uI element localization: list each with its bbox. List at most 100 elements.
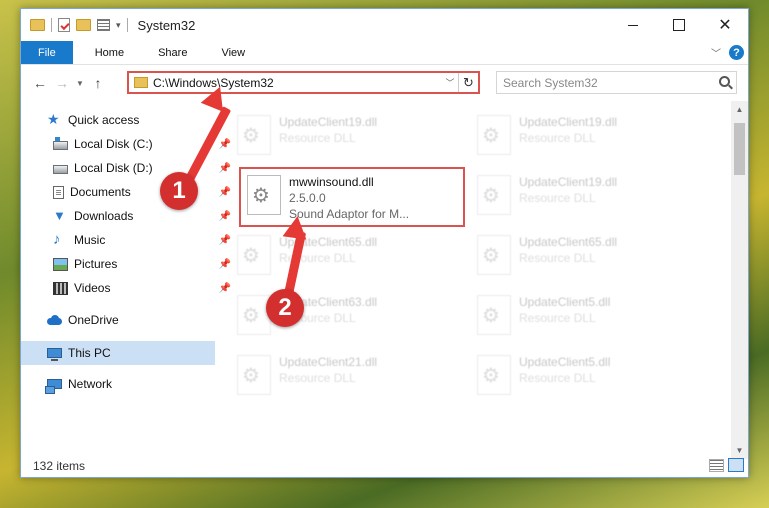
quick-access-toolbar: ▾ [21,18,121,32]
file-version: 2.5.0.0 [289,191,326,205]
file-name: UpdateClient19.dll [279,115,378,129]
computer-icon [47,348,62,361]
tab-share[interactable]: Share [141,41,204,64]
back-icon[interactable]: ← [29,75,51,91]
tab-file[interactable]: File [21,41,73,64]
star-icon [47,111,62,128]
properties-icon[interactable] [58,18,70,32]
customize-toolbar-icon[interactable]: ▾ [116,20,121,31]
search-box[interactable] [496,71,737,94]
dll-file-icon [237,295,271,335]
file-name: UpdateClient5.dll [519,355,611,369]
tiles-view-icon[interactable] [728,458,744,472]
tab-view[interactable]: View [204,41,262,64]
step-badge-1: 1 [160,172,198,210]
address-bar[interactable]: C:\Windows\System32 ﹀ ↻ [127,71,480,94]
refresh-icon[interactable]: ↻ [458,73,478,92]
nav-pictures[interactable]: Pictures 📌 [53,253,231,275]
scroll-up-icon[interactable]: ▲ [731,101,748,118]
nav-quick-access[interactable]: Quick access [47,109,139,131]
view-options-icon[interactable] [97,19,110,31]
dll-file-icon [477,355,511,395]
minimize-button[interactable] [610,9,656,41]
dll-file-icon [237,355,271,395]
nav-label: Local Disk (D:) [74,161,153,175]
dll-file-icon [237,115,271,155]
pin-icon[interactable]: 📌 [219,187,231,198]
scroll-thumb[interactable] [734,123,745,175]
help-icon[interactable]: ? [729,45,744,60]
pictures-icon [53,257,68,271]
file-type: Resource DLL [519,251,596,265]
cloud-icon [47,314,62,327]
nav-label: Videos [74,281,111,295]
dll-file-icon [477,235,511,275]
file-tile[interactable]: UpdateClient19.dll Resource DLL [231,109,459,163]
close-button[interactable]: ✕ [702,9,748,41]
window-title: System32 [137,17,196,33]
highlighted-file-tile[interactable]: mwwinsound.dll 2.5.0.0 Sound Adaptor for… [239,167,465,227]
ribbon-tabs: File Home Share View ﹀ ? [21,41,748,65]
documents-icon [53,185,64,199]
details-view-icon[interactable] [709,459,724,472]
file-name: UpdateClient21.dll [279,355,378,369]
pin-icon[interactable]: 📌 [219,163,231,174]
music-icon [53,231,68,248]
divider [51,18,52,32]
expand-ribbon-icon[interactable]: ﹀ [711,45,721,60]
up-icon[interactable]: ↑ [87,75,109,91]
dll-file-icon [477,115,511,155]
file-name: UpdateClient19.dll [519,175,618,189]
nav-label: Quick access [68,113,140,127]
nav-videos[interactable]: Videos 📌 [53,277,231,299]
file-tile[interactable]: UpdateClient5.dll Resource DLL [471,349,699,403]
dll-file-icon [477,295,511,335]
nav-network[interactable]: Network [45,373,112,395]
vertical-scrollbar[interactable]: ▲ ▼ [731,101,748,459]
nav-label: This PC [68,346,111,360]
file-tile[interactable]: UpdateClient19.dll Resource DLL [471,109,699,163]
pin-icon[interactable]: 📌 [219,283,231,294]
nav-label: Pictures [74,257,118,271]
maximize-button[interactable] [656,9,702,41]
search-input[interactable] [503,75,703,90]
recent-locations-icon[interactable]: ▼ [73,79,87,88]
disk-icon [53,164,68,174]
file-tile[interactable]: UpdateClient63.dllResource DLL [231,289,459,343]
explorer-window: ▾ System32 ✕ File Home Share View ﹀ ? ← … [20,8,749,478]
new-folder-icon[interactable] [76,19,91,31]
file-type: Resource DLL [519,371,596,385]
navigation-pane: Quick access Local Disk (C:) 📌 Local Dis… [21,105,231,455]
file-tile[interactable]: UpdateClient19.dll Resource DLL [471,169,699,223]
file-tile[interactable]: UpdateClient65.dllResource DLL [231,229,459,283]
search-icon[interactable] [719,76,730,87]
file-type: Resource DLL [519,311,596,325]
file-list: UpdateClient19.dll Resource DLL UpdateCli… [231,103,731,457]
file-name: UpdateClient19.dll [519,115,618,129]
pin-icon[interactable]: 📌 [219,259,231,270]
nav-this-pc[interactable]: This PC [47,342,111,364]
nav-label: Music [74,233,106,247]
file-tile[interactable]: UpdateClient65.dllResource DLL [471,229,699,283]
nav-local-disk-c[interactable]: Local Disk (C:) 📌 [53,133,231,155]
pin-icon[interactable]: 📌 [219,139,231,150]
file-type: Resource DLL [519,131,596,145]
item-count: 132 items [33,459,86,473]
dll-file-icon [237,235,271,275]
pin-icon[interactable]: 📌 [219,211,231,222]
file-type: Resource DLL [279,131,356,145]
pin-icon[interactable]: 📌 [219,235,231,246]
tab-home[interactable]: Home [78,41,141,64]
nav-label: Documents [70,185,131,199]
nav-music[interactable]: Music 📌 [53,229,231,251]
chevron-down-icon[interactable]: ﹀ [442,76,458,89]
address-path[interactable]: C:\Windows\System32 [153,76,442,90]
download-icon [53,208,68,223]
forward-icon[interactable]: → [51,75,73,91]
file-name: mwwinsound.dll [289,175,374,189]
file-tile[interactable]: UpdateClient21.dll Resource DLL [231,349,459,403]
window-controls: ✕ [610,9,748,41]
file-tile[interactable]: UpdateClient5.dll Resource DLL [471,289,699,343]
dll-file-icon [247,175,281,215]
nav-onedrive[interactable]: OneDrive [47,309,119,331]
